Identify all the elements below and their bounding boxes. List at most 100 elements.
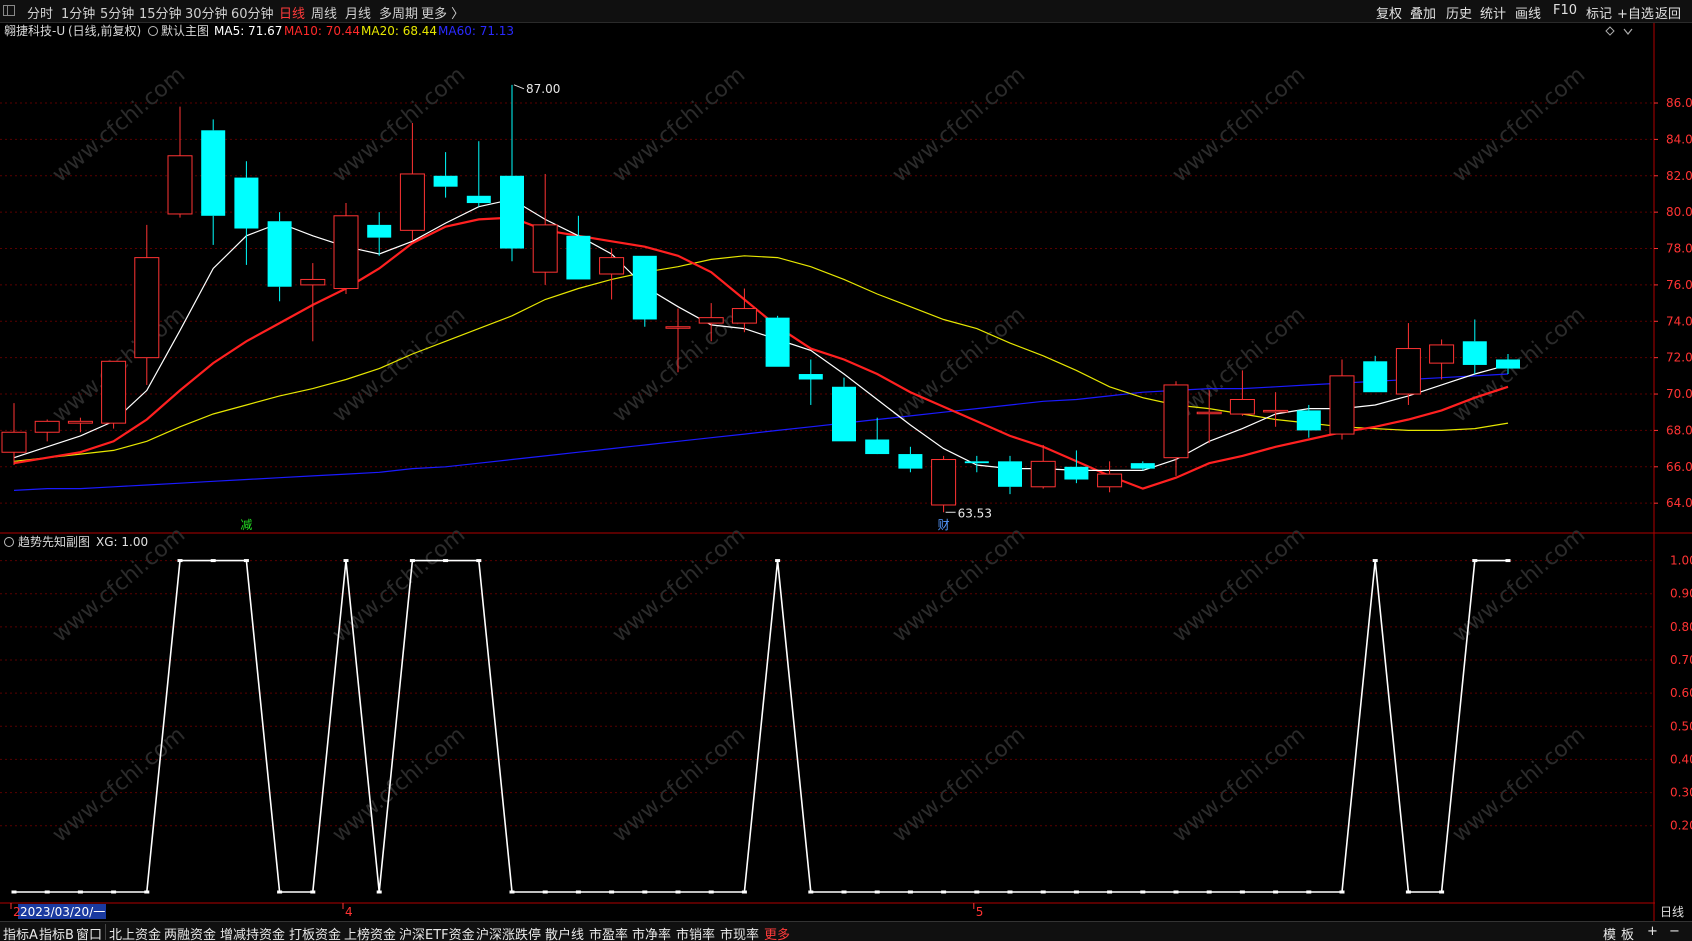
- watermark-text: www.cfchi.com: [328, 302, 470, 427]
- xg-point: [1173, 890, 1179, 894]
- candle-body-down: [267, 221, 292, 287]
- tab-weekly[interactable]: 周线: [311, 3, 337, 22]
- candle-body-up: [333, 215, 359, 290]
- sub-tick-label: 0.90: [1670, 587, 1692, 601]
- xg-point: [1372, 559, 1378, 563]
- draw-line-button[interactable]: 画线: [1515, 3, 1541, 22]
- fuquan-button[interactable]: 复权: [1376, 3, 1402, 22]
- stats-button[interactable]: 统计: [1480, 3, 1506, 22]
- indicator-b-tab[interactable]: 指标B: [39, 924, 74, 941]
- candle-body-down: [1064, 466, 1089, 480]
- indicator-a-tab[interactable]: 指标A: [3, 924, 38, 941]
- overlay-button[interactable]: 叠加: [1410, 3, 1436, 22]
- candle-body-down: [433, 175, 458, 187]
- northbound-funds-tab[interactable]: 北上资金: [109, 924, 161, 941]
- etf-funds-tab[interactable]: 沪深ETF资金: [399, 924, 475, 941]
- more-indicators-tab[interactable]: 更多: [764, 924, 790, 941]
- sub-tick-label: 0.70: [1670, 653, 1692, 667]
- xg-point: [609, 890, 615, 894]
- tab-60min[interactable]: 60分钟: [231, 3, 274, 22]
- add-watchlist-button[interactable]: +自选: [1617, 3, 1654, 22]
- candle-body-up: [1229, 398, 1255, 415]
- candle-body-down: [466, 195, 491, 204]
- sub-tick-label: 0.40: [1670, 752, 1692, 766]
- tab-multi-period[interactable]: 多周期: [379, 3, 418, 22]
- tab-more[interactable]: 更多 〉: [421, 3, 464, 22]
- event-marker[interactable]: 财: [938, 518, 950, 532]
- f10-button[interactable]: F10: [1553, 3, 1577, 18]
- zoom-in-button[interactable]: +: [1647, 924, 1658, 939]
- sub-indicator-name[interactable]: 趋势先知副图: [18, 535, 90, 549]
- watermark-text: www.cfchi.com: [1448, 62, 1590, 187]
- watermark-text: www.cfchi.com: [1448, 722, 1590, 847]
- chart-area[interactable]: 翱捷科技-U (日线,前复权) 默认主图 MA5: 71.67 MA10: 70…: [0, 23, 1692, 921]
- candle-body-down: [1296, 410, 1321, 431]
- pe-ratio-tab[interactable]: 市盈率: [589, 924, 628, 941]
- window-layout-icon[interactable]: [3, 5, 15, 16]
- template-button-a[interactable]: 模: [1603, 924, 1616, 941]
- tab-monthly[interactable]: 月线: [345, 3, 371, 22]
- tab-daily[interactable]: 日线: [279, 3, 305, 22]
- candle-body-up: [67, 420, 93, 424]
- event-marker[interactable]: 减: [240, 518, 252, 532]
- tab-5min[interactable]: 5分钟: [100, 3, 134, 22]
- tab-15min[interactable]: 15分钟: [139, 3, 182, 22]
- candle-body-down: [632, 255, 657, 320]
- xg-point: [1007, 890, 1013, 894]
- xg-point: [808, 890, 814, 894]
- top-list-funds-tab[interactable]: 上榜资金: [344, 924, 396, 941]
- xg-point: [642, 890, 648, 894]
- template-button-b[interactable]: 板: [1621, 924, 1634, 941]
- pb-ratio-tab[interactable]: 市净率: [632, 924, 671, 941]
- candle-body-down: [500, 175, 524, 249]
- settings-icon[interactable]: [148, 26, 158, 36]
- back-button[interactable]: 返回: [1655, 3, 1681, 22]
- chevron-down-icon[interactable]: [1623, 28, 1633, 35]
- xg-point: [376, 890, 382, 894]
- tab-1min[interactable]: 1分钟: [61, 3, 95, 22]
- price-tick-label: 82.00: [1666, 169, 1692, 183]
- price-tick-label: 80.00: [1666, 205, 1692, 219]
- limit-board-funds-tab[interactable]: 打板资金: [289, 924, 341, 941]
- history-button[interactable]: 历史: [1446, 3, 1472, 22]
- xg-point: [343, 559, 349, 563]
- sub-settings-icon[interactable]: [4, 537, 14, 547]
- candle-body-up: [34, 420, 60, 433]
- candle-body-up: [698, 317, 724, 324]
- candle-body-down: [865, 439, 890, 455]
- mark-button[interactable]: 标记: [1586, 3, 1612, 22]
- candle-body-up: [1163, 384, 1189, 459]
- limit-up-down-tab[interactable]: 沪深涨跌停: [476, 924, 541, 941]
- margin-funds-tab[interactable]: 两融资金: [164, 924, 216, 941]
- retail-line-tab[interactable]: 散户线: [545, 924, 584, 941]
- holding-change-funds-tab[interactable]: 增减持资金: [220, 924, 285, 941]
- candle-body-down: [234, 177, 259, 229]
- xg-point: [44, 890, 50, 894]
- sub-tick-label: 0.30: [1670, 786, 1692, 800]
- xg-point: [509, 890, 515, 894]
- ps-ratio-tab[interactable]: 市销率: [676, 924, 715, 941]
- candle-body-up: [134, 257, 160, 359]
- ma20-value: MA20: 68.44: [361, 24, 437, 38]
- candle-body-down: [964, 461, 989, 464]
- price-tick-label: 66.00: [1666, 460, 1692, 474]
- pcf-ratio-tab[interactable]: 市现率: [720, 924, 759, 941]
- xg-point: [1505, 559, 1511, 563]
- month-label: 5: [976, 905, 984, 919]
- xg-point: [277, 890, 283, 894]
- candle-body-down: [1130, 463, 1155, 469]
- window-tab[interactable]: 窗口: [76, 924, 102, 941]
- main-indicator-name[interactable]: 默认主图: [161, 23, 209, 38]
- sub-tick-label: 1.00: [1670, 554, 1692, 568]
- candle-body-down: [832, 386, 856, 442]
- tab-fenshi[interactable]: 分时: [27, 3, 53, 22]
- diamond-icon[interactable]: [1605, 26, 1615, 36]
- low-price-label: 63.53: [958, 506, 992, 520]
- zoom-out-button[interactable]: −: [1669, 924, 1680, 939]
- tab-30min[interactable]: 30分钟: [185, 3, 228, 22]
- xg-point: [1107, 890, 1113, 894]
- xg-point: [841, 890, 847, 894]
- stock-name: 翱捷科技-U: [4, 24, 65, 38]
- watermark-text: www.cfchi.com: [888, 62, 1030, 187]
- candle-body-up: [1196, 411, 1222, 415]
